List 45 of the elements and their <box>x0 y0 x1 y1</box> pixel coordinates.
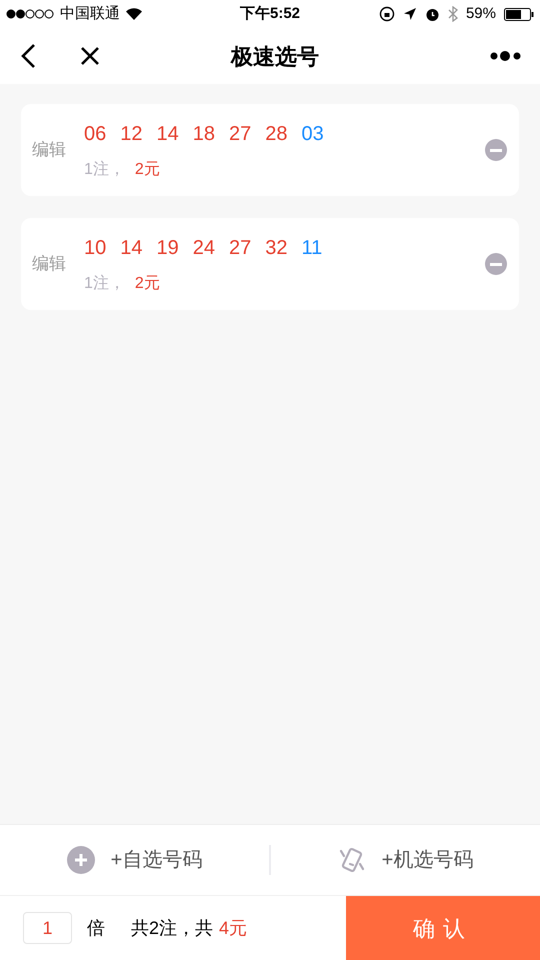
signal-icon <box>6 9 54 19</box>
wifi-icon <box>126 8 142 20</box>
bet-count: 1注， <box>84 160 125 180</box>
bet-price: 2元 <box>134 160 160 180</box>
bet-count: 1注， <box>84 274 125 294</box>
page-title: 极速选号 <box>231 42 319 70</box>
bet-price: 2元 <box>134 274 160 294</box>
lottery-number: 32 <box>265 236 288 260</box>
clock-time: 下午5:52 <box>240 4 300 24</box>
bluetooth-icon <box>448 6 458 22</box>
battery-icon <box>504 8 534 20</box>
lottery-number: 28 <box>265 122 288 146</box>
lottery-number: 12 <box>120 122 142 146</box>
alarm-icon <box>424 6 440 22</box>
carrier-name: 中国联通 <box>60 4 120 24</box>
lottery-number: 11 <box>302 236 322 260</box>
order-summary: 共2注，共 <box>131 916 214 940</box>
minus-icon <box>490 262 502 266</box>
lottery-number: 24 <box>192 236 215 260</box>
battery-percent: 59% <box>466 4 496 24</box>
multiplier-field[interactable]: 1 <box>23 912 72 944</box>
order-total: 4元 <box>219 916 248 940</box>
lottery-number: 14 <box>120 236 142 260</box>
confirm-button[interactable]: 确认 <box>346 896 540 960</box>
plus-icon <box>66 846 95 874</box>
location-arrow-icon <box>402 7 417 21</box>
phone-icon <box>338 845 366 875</box>
minus-icon <box>490 148 502 152</box>
lottery-number: 06 <box>84 122 106 146</box>
lottery-number: 27 <box>229 236 252 260</box>
add-number-button[interactable]: +机选号码 <box>271 825 540 895</box>
rotation-lock-icon <box>378 6 395 22</box>
lottery-number: 10 <box>84 236 106 260</box>
lottery-number: 27 <box>229 122 252 146</box>
multiplier-unit: 倍 <box>87 916 105 940</box>
close-icon <box>80 46 100 66</box>
edit-button[interactable]: 编辑 <box>32 251 66 277</box>
add-number-button[interactable]: +自选号码 <box>0 825 269 895</box>
more-icon <box>489 50 523 62</box>
back-icon <box>20 43 36 69</box>
edit-button[interactable]: 编辑 <box>32 137 66 163</box>
lottery-number: 19 <box>156 236 179 260</box>
lottery-number: 18 <box>192 122 215 146</box>
lottery-number: 03 <box>302 122 324 146</box>
lottery-number: 14 <box>156 122 179 146</box>
